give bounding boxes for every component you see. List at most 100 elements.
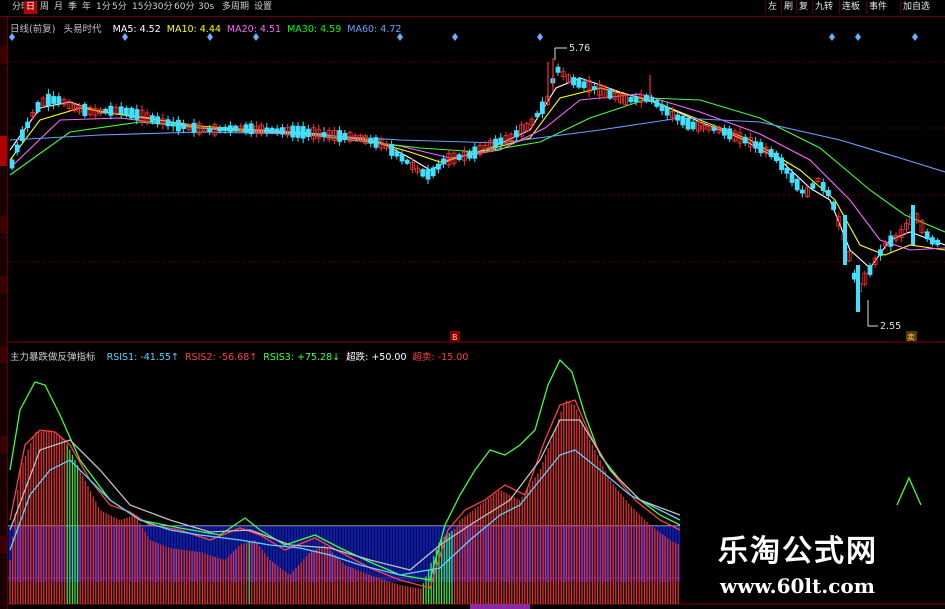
left-tab[interactable] — [0, 216, 7, 235]
diamond-icon — [537, 33, 543, 41]
sell-marker-label: 卖 — [907, 333, 915, 342]
candle-body — [768, 149, 774, 157]
ma-value-0: MA5: 4.52 — [112, 24, 161, 35]
candle-body — [644, 94, 649, 102]
candle-body — [753, 141, 758, 149]
formula-name[interactable]: 头易时代 — [64, 24, 102, 35]
candle-body — [571, 77, 576, 86]
candle-body — [394, 151, 400, 157]
candle-body — [789, 172, 795, 183]
toolbar-item-10[interactable]: 60分 — [172, 1, 196, 14]
toolbar-item-13[interactable]: 设置 — [252, 1, 274, 14]
candle-body — [295, 125, 301, 138]
candle-body — [82, 103, 88, 117]
grid-lines — [8, 61, 945, 263]
candle-body — [373, 137, 379, 148]
candle-body — [404, 159, 410, 164]
candle-body — [810, 183, 816, 189]
sub-formula-name[interactable]: 主力暴跌做反弹指标 — [10, 352, 96, 363]
chart-canvas: 5.76 2.55 B 卖 — [8, 33, 945, 609]
left-tab[interactable] — [0, 436, 7, 455]
ma-value-3: MA30: 4.59 — [287, 24, 342, 35]
sub-value-label: RSIS2: -56.68 — [184, 352, 250, 363]
bottom-scroll-marker — [470, 604, 530, 609]
toolbar-item-5[interactable]: 年 — [80, 1, 93, 14]
candle-body — [493, 138, 499, 148]
candle-body — [852, 272, 857, 280]
buy-marker-label: B — [452, 333, 458, 342]
toolbar-item-7[interactable]: 5分 — [110, 1, 129, 14]
candle-body — [888, 235, 894, 247]
toolbar-item-11[interactable]: 30s — [196, 1, 216, 14]
candle-body — [342, 132, 348, 141]
candle-body — [420, 169, 426, 177]
toolbar-right-item-0[interactable]: 左 — [765, 1, 779, 14]
candle-body — [831, 201, 836, 210]
candle-body — [467, 151, 473, 159]
toolbar-right-item-6[interactable]: 加自选 — [900, 1, 932, 14]
sub-value-label: RSIS3: +75.28 — [263, 352, 333, 363]
left-tab[interactable] — [0, 346, 7, 365]
candle-body — [581, 81, 587, 88]
candle-body — [124, 107, 129, 116]
candle-body — [924, 231, 930, 240]
toolbar-right-item-1[interactable]: 刷 — [781, 1, 795, 14]
candle-body — [930, 237, 935, 245]
candle-body — [659, 104, 665, 111]
candle-body — [9, 159, 15, 169]
sub-value-arrow: ↓ — [332, 352, 341, 363]
low-annotation: 2.55 — [867, 300, 901, 332]
candle-body — [222, 126, 228, 132]
candle-body — [794, 178, 800, 191]
candle-body — [51, 96, 56, 104]
candle-body — [856, 265, 860, 312]
candle-body — [680, 116, 686, 126]
candle-body — [534, 112, 540, 118]
high-annotation: 5.76 — [554, 43, 590, 60]
ma-value-2: MA20: 4.51 — [226, 24, 282, 35]
toolbar-item-2[interactable]: 周 — [38, 1, 51, 14]
candle-body — [269, 127, 275, 133]
candle-body — [103, 108, 108, 114]
candle-body — [555, 66, 561, 73]
toolbar-right-item-4[interactable]: 连板 — [839, 1, 862, 14]
left-tab-active[interactable] — [0, 136, 7, 167]
toolbar-item-12[interactable]: 多周期 — [220, 1, 251, 14]
sub-value-3: 超跌: +50.00 — [346, 352, 406, 363]
candle-body — [321, 132, 327, 137]
watermark-title: 乐淘公式网 — [718, 534, 878, 569]
left-tab[interactable] — [0, 276, 7, 295]
left-tab[interactable] — [0, 536, 7, 555]
toolbar-item-1[interactable]: 日 — [24, 1, 38, 14]
candle-body — [217, 127, 223, 132]
candle-body — [207, 127, 213, 132]
candle-body — [456, 154, 462, 161]
toolbar-item-3[interactable]: 月 — [52, 1, 65, 14]
candle-body — [46, 93, 51, 107]
candle-body — [35, 102, 41, 112]
candle-body — [498, 137, 504, 145]
diamond-icon — [452, 33, 458, 41]
candle-body — [175, 119, 181, 132]
candle-body — [243, 124, 249, 133]
indicator-name[interactable]: 日线(前复) — [10, 24, 55, 35]
candle-body — [592, 86, 597, 91]
watermark-url: www.60lt.com — [720, 574, 875, 598]
candle-body — [435, 163, 441, 170]
toolbar-item-9[interactable]: 30分 — [150, 1, 174, 14]
toolbar-right-item-5[interactable]: 事件 — [866, 1, 889, 14]
left-tab[interactable] — [0, 46, 7, 65]
candle-body — [149, 115, 155, 122]
toolbar-right-item-3[interactable]: 九转 — [812, 1, 835, 14]
candle-body — [867, 265, 873, 275]
sell-marker: 卖 — [906, 331, 917, 342]
watermark: 乐淘公式网 www.60lt.com — [690, 522, 945, 609]
sub-panel-header: 主力暴跌做反弹指标 RSIS1: -41.55↑ RSIS2: -56.68↑ RS… — [10, 345, 468, 363]
candle-body — [129, 107, 135, 119]
toolbar-right-item-2[interactable]: 复 — [796, 1, 810, 14]
candle-body — [25, 121, 31, 128]
candle-body — [165, 119, 171, 127]
sub-value-arrow: ↑ — [249, 352, 258, 363]
candle-body — [368, 138, 374, 144]
toolbar-item-4[interactable]: 季 — [66, 1, 79, 14]
